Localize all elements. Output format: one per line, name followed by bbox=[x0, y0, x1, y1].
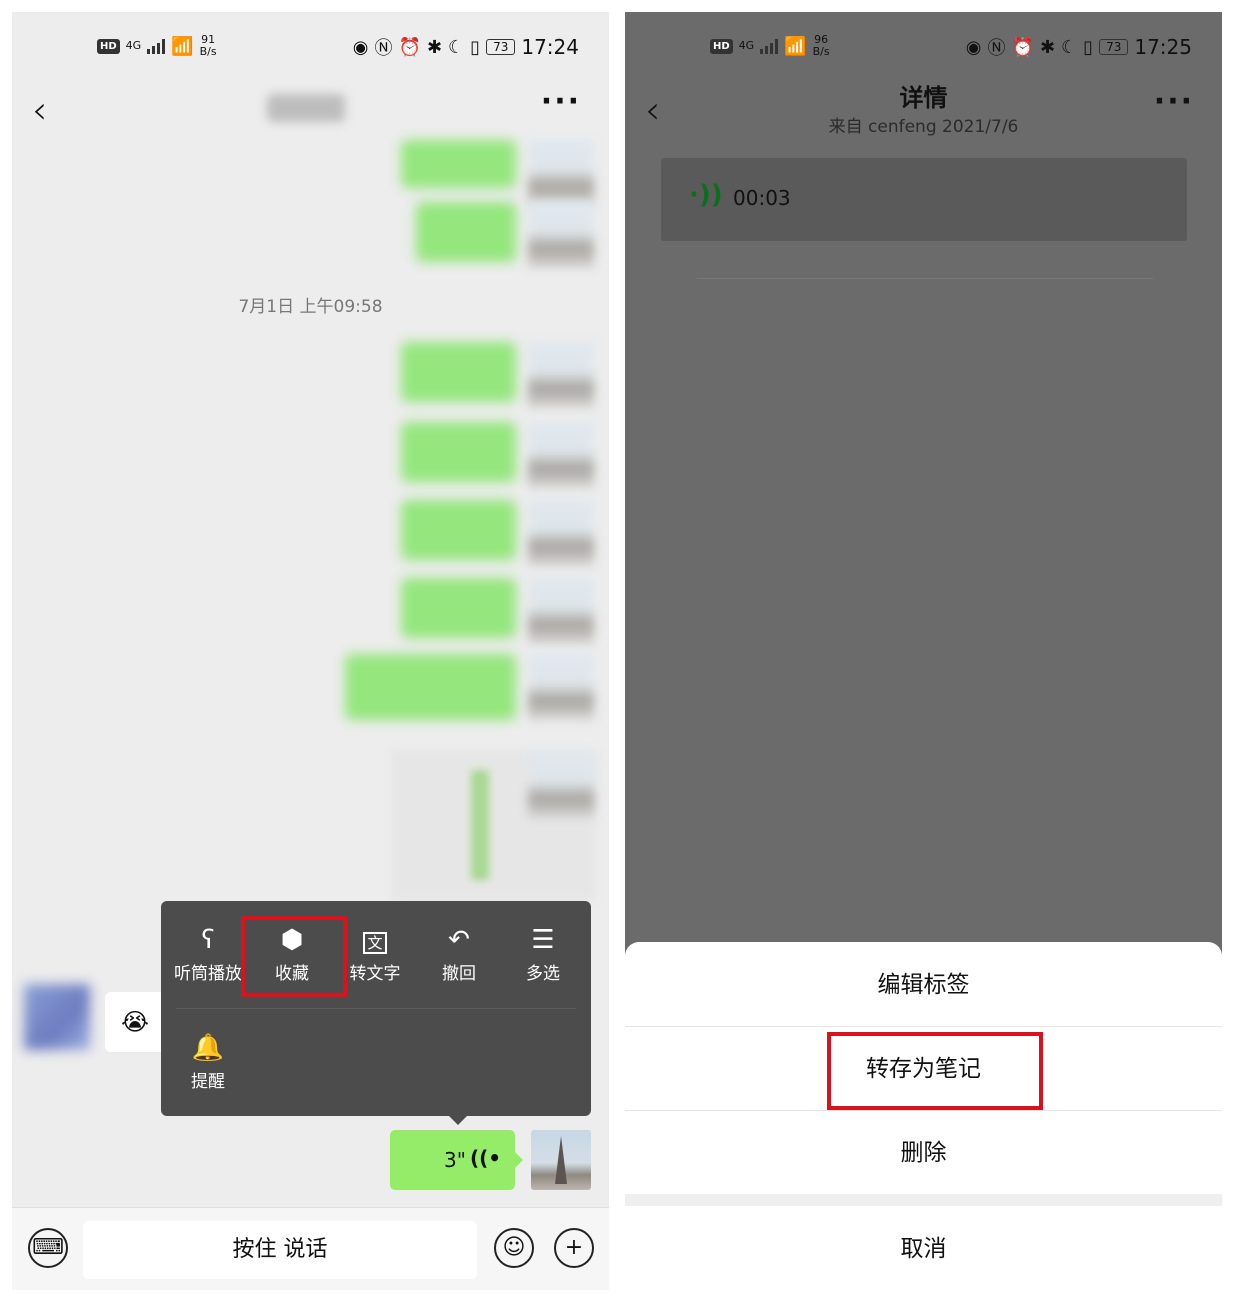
message-context-menu: ʕ 听筒播放 ⬢ 收藏 文 转文字 ↶ 撤回 ☰ 多选 🔔 提醒 bbox=[161, 901, 591, 1125]
avatar bbox=[528, 500, 594, 566]
message-bubble[interactable] bbox=[401, 342, 516, 402]
menu-item-remind[interactable]: 🔔 提醒 bbox=[166, 1031, 250, 1092]
message-bubble[interactable] bbox=[401, 140, 516, 188]
network-label: 4G bbox=[125, 39, 142, 52]
cancel-option[interactable]: 取消 bbox=[625, 1208, 1222, 1290]
avatar bbox=[528, 140, 594, 206]
avatar bbox=[528, 578, 594, 644]
highlight-box-favorite bbox=[241, 916, 347, 997]
voice-duration: 3" bbox=[444, 1148, 466, 1172]
battery-icon: 73 bbox=[486, 39, 516, 55]
divider bbox=[176, 1008, 576, 1009]
avatar bbox=[24, 984, 90, 1050]
divider bbox=[625, 1194, 1222, 1206]
bluetooth-icon: ✱ bbox=[1039, 36, 1056, 58]
wifi-icon: 📶 bbox=[171, 35, 194, 57]
voice-wave-icon: ((• bbox=[470, 1146, 502, 1170]
vibrate-icon: ▯ bbox=[1083, 36, 1094, 58]
hold-to-talk-button[interactable]: 按住 说话 bbox=[83, 1221, 477, 1279]
contact-name-blurred bbox=[267, 94, 345, 122]
moon-icon: ☾ bbox=[1061, 36, 1078, 58]
edit-tags-option[interactable]: 编辑标签 bbox=[625, 944, 1222, 1027]
menu-item-multiselect[interactable]: ☰ 多选 bbox=[501, 923, 585, 984]
divider bbox=[625, 1110, 1222, 1111]
more-icon[interactable]: ··· bbox=[541, 84, 581, 119]
page-title: 详情 bbox=[899, 84, 948, 112]
menu-item-label: 多选 bbox=[526, 964, 560, 984]
menu-item-recall[interactable]: ↶ 撤回 bbox=[417, 923, 501, 984]
bluetooth-icon: ✱ bbox=[426, 36, 443, 58]
chat-header: ‹ ··· bbox=[12, 78, 609, 142]
message-bubble[interactable] bbox=[345, 654, 516, 720]
status-bar: HD 4G 📶 91 B/s ◉ Ⓝ ⏰ ✱ ☾ ▯ 73 17:24 bbox=[12, 12, 609, 78]
input-bar: ⌨ 按住 说话 ☺ + bbox=[12, 1207, 609, 1290]
message-bubble[interactable] bbox=[401, 422, 516, 482]
highlight-box-save-as-note bbox=[827, 1032, 1043, 1110]
avatar bbox=[528, 202, 594, 268]
chat-timestamp: 7月1日 上午09:58 bbox=[238, 297, 383, 317]
avatar[interactable] bbox=[531, 1130, 591, 1190]
menu-item-label: 撤回 bbox=[442, 964, 476, 984]
menu-item-label: 听筒播放 bbox=[174, 964, 242, 984]
net-speed: 91 B/s bbox=[199, 33, 217, 58]
nfc-icon: Ⓝ bbox=[987, 38, 1006, 59]
signal-icon bbox=[147, 38, 166, 54]
multiselect-icon: ☰ bbox=[531, 925, 555, 955]
avatar bbox=[528, 654, 594, 720]
message-bubble[interactable] bbox=[416, 202, 516, 262]
net-speed: 96 B/s bbox=[812, 33, 830, 58]
keyboard-icon[interactable]: ⌨ bbox=[28, 1228, 68, 1268]
chat-screen: HD 4G 📶 91 B/s ◉ Ⓝ ⏰ ✱ ☾ ▯ 73 17:24 ‹ ···… bbox=[12, 12, 609, 1290]
more-icon[interactable]: ··· bbox=[1154, 84, 1194, 119]
hd-icon: HD bbox=[97, 38, 120, 54]
vibrate-icon: ▯ bbox=[470, 36, 481, 58]
delete-option[interactable]: 删除 bbox=[625, 1112, 1222, 1195]
clock: 17:25 bbox=[1134, 35, 1192, 59]
eye-icon: ◉ bbox=[965, 36, 982, 58]
avatar bbox=[528, 752, 594, 818]
menu-item-earpiece[interactable]: ʕ 听筒播放 bbox=[166, 923, 250, 984]
divider bbox=[625, 1026, 1222, 1027]
action-sheet: 编辑标签 转存为笔记 删除 取消 bbox=[625, 942, 1222, 1290]
emoji-icon[interactable]: ☺ bbox=[494, 1228, 534, 1268]
favorite-detail-screen: HD 4G 📶 96 B/s ◉ Ⓝ ⏰ ✱ ☾ ▯ 73 17:25 ‹ 详情 … bbox=[625, 12, 1222, 1290]
avatar bbox=[528, 342, 594, 408]
page-subtitle: 来自 cenfeng 2021/7/6 bbox=[828, 117, 1019, 137]
chevron-left-icon[interactable]: ‹ bbox=[32, 90, 47, 130]
nfc-icon: Ⓝ bbox=[374, 38, 393, 59]
wifi-icon: 📶 bbox=[784, 35, 807, 57]
bell-icon: 🔔 bbox=[191, 1033, 225, 1063]
battery-icon: 73 bbox=[1099, 39, 1129, 55]
avatar bbox=[528, 422, 594, 488]
signal-icon bbox=[760, 38, 779, 54]
message-bubble[interactable] bbox=[401, 578, 516, 638]
hd-icon: HD bbox=[710, 38, 733, 54]
voice-message-bubble[interactable]: 3" ((• bbox=[390, 1130, 523, 1190]
alarm-icon: ⏰ bbox=[1011, 36, 1034, 58]
voice-card[interactable]: ·)) 00:03 bbox=[661, 158, 1187, 241]
eye-icon: ◉ bbox=[352, 36, 369, 58]
alarm-icon: ⏰ bbox=[398, 36, 421, 58]
clock: 17:24 bbox=[521, 35, 579, 59]
plus-icon[interactable]: + bbox=[554, 1228, 594, 1268]
network-label: 4G bbox=[738, 39, 755, 52]
voice-time: 00:03 bbox=[733, 186, 791, 210]
status-bar: HD 4G 📶 96 B/s ◉ Ⓝ ⏰ ✱ ☾ ▯ 73 17:25 bbox=[625, 12, 1222, 78]
ear-icon: ʕ bbox=[201, 925, 215, 955]
menu-item-label: 提醒 bbox=[191, 1072, 225, 1092]
moon-icon: ☾ bbox=[448, 36, 465, 58]
divider bbox=[697, 278, 1153, 279]
undo-icon: ↶ bbox=[448, 925, 470, 955]
voice-wave-icon: ·)) bbox=[689, 180, 723, 210]
message-bubble[interactable] bbox=[401, 500, 516, 560]
